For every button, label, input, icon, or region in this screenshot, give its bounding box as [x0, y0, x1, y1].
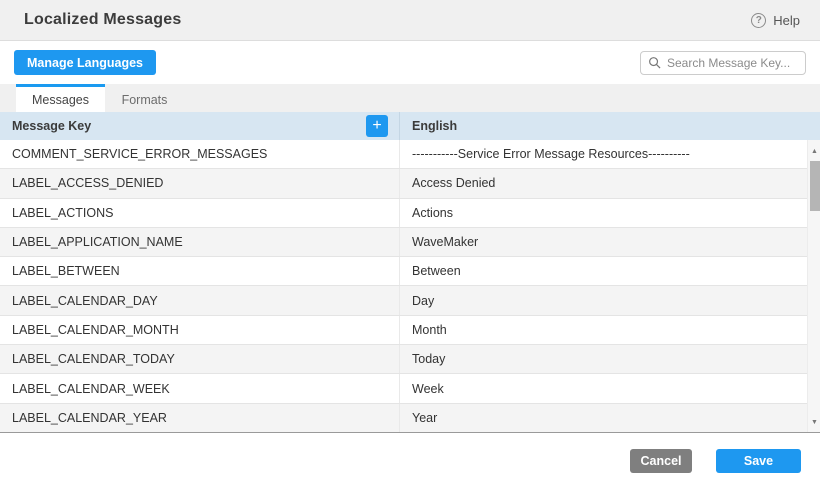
plus-icon: + [372, 117, 381, 134]
tab-strip: Messages Formats [0, 84, 820, 112]
column-header-message-key: Message Key + [0, 112, 400, 140]
title-bar: Localized Messages ? Help [0, 0, 820, 41]
message-value-cell[interactable]: Access Denied [400, 169, 807, 197]
tab-messages[interactable]: Messages [16, 84, 105, 112]
message-value-cell[interactable]: WaveMaker [400, 228, 807, 256]
footer: Cancel Save [0, 433, 820, 489]
message-key-cell[interactable]: LABEL_CALENDAR_DAY [0, 286, 400, 314]
table-row[interactable]: LABEL_CALENDAR_WEEK Week [0, 374, 807, 403]
search-box [640, 51, 806, 75]
message-key-cell[interactable]: LABEL_ACTIONS [0, 199, 400, 227]
cancel-button[interactable]: Cancel [630, 449, 692, 473]
message-value-cell[interactable]: Actions [400, 199, 807, 227]
toolbar: Manage Languages [0, 41, 820, 84]
message-value-cell[interactable]: Between [400, 257, 807, 285]
column-header-english: English [400, 112, 820, 140]
column-header-label: English [412, 119, 457, 133]
table-header: Message Key + English [0, 112, 820, 140]
save-button[interactable]: Save [716, 449, 801, 473]
message-key-cell[interactable]: LABEL_CALENDAR_TODAY [0, 345, 400, 373]
search-icon [648, 56, 661, 69]
message-value-cell[interactable]: -----------Service Error Message Resourc… [400, 140, 807, 168]
tab-formats[interactable]: Formats [105, 84, 184, 112]
table-row[interactable]: LABEL_ACCESS_DENIED Access Denied [0, 169, 807, 198]
scroll-down-icon[interactable]: ▼ [808, 416, 820, 429]
table-row[interactable]: LABEL_CALENDAR_TODAY Today [0, 345, 807, 374]
add-message-button[interactable]: + [366, 115, 388, 137]
message-key-cell[interactable]: LABEL_ACCESS_DENIED [0, 169, 400, 197]
table-body: COMMENT_SERVICE_ERROR_MESSAGES ---------… [0, 140, 820, 433]
table-row[interactable]: LABEL_CALENDAR_DAY Day [0, 286, 807, 315]
table-rows: COMMENT_SERVICE_ERROR_MESSAGES ---------… [0, 140, 807, 433]
message-key-cell[interactable]: LABEL_CALENDAR_YEAR [0, 404, 400, 432]
help-button[interactable]: ? Help [751, 13, 800, 28]
table-row[interactable]: LABEL_ACTIONS Actions [0, 199, 807, 228]
message-value-cell[interactable]: Month [400, 316, 807, 344]
table-row[interactable]: LABEL_CALENDAR_MONTH Month [0, 316, 807, 345]
scrollbar-thumb[interactable] [810, 161, 820, 211]
page-title: Localized Messages [24, 11, 181, 29]
table-row[interactable]: LABEL_BETWEEN Between [0, 257, 807, 286]
column-header-label: Message Key [12, 119, 91, 133]
table-row[interactable]: LABEL_CALENDAR_YEAR Year [0, 404, 807, 433]
message-key-cell[interactable]: LABEL_APPLICATION_NAME [0, 228, 400, 256]
help-label: Help [773, 13, 800, 28]
manage-languages-button[interactable]: Manage Languages [14, 50, 156, 75]
message-value-cell[interactable]: Day [400, 286, 807, 314]
vertical-scrollbar[interactable]: ▲ ▼ [807, 140, 820, 432]
message-value-cell[interactable]: Week [400, 374, 807, 402]
table-row[interactable]: LABEL_APPLICATION_NAME WaveMaker [0, 228, 807, 257]
table-row[interactable]: COMMENT_SERVICE_ERROR_MESSAGES ---------… [0, 140, 807, 169]
message-key-cell[interactable]: LABEL_CALENDAR_MONTH [0, 316, 400, 344]
message-key-cell[interactable]: LABEL_BETWEEN [0, 257, 400, 285]
message-value-cell[interactable]: Today [400, 345, 807, 373]
localized-messages-dialog: Localized Messages ? Help Manage Languag… [0, 0, 820, 489]
scroll-up-icon[interactable]: ▲ [808, 145, 820, 158]
search-input[interactable] [640, 51, 806, 75]
message-key-cell[interactable]: LABEL_CALENDAR_WEEK [0, 374, 400, 402]
message-key-cell[interactable]: COMMENT_SERVICE_ERROR_MESSAGES [0, 140, 400, 168]
question-mark-icon: ? [751, 13, 766, 28]
message-value-cell[interactable]: Year [400, 404, 807, 432]
